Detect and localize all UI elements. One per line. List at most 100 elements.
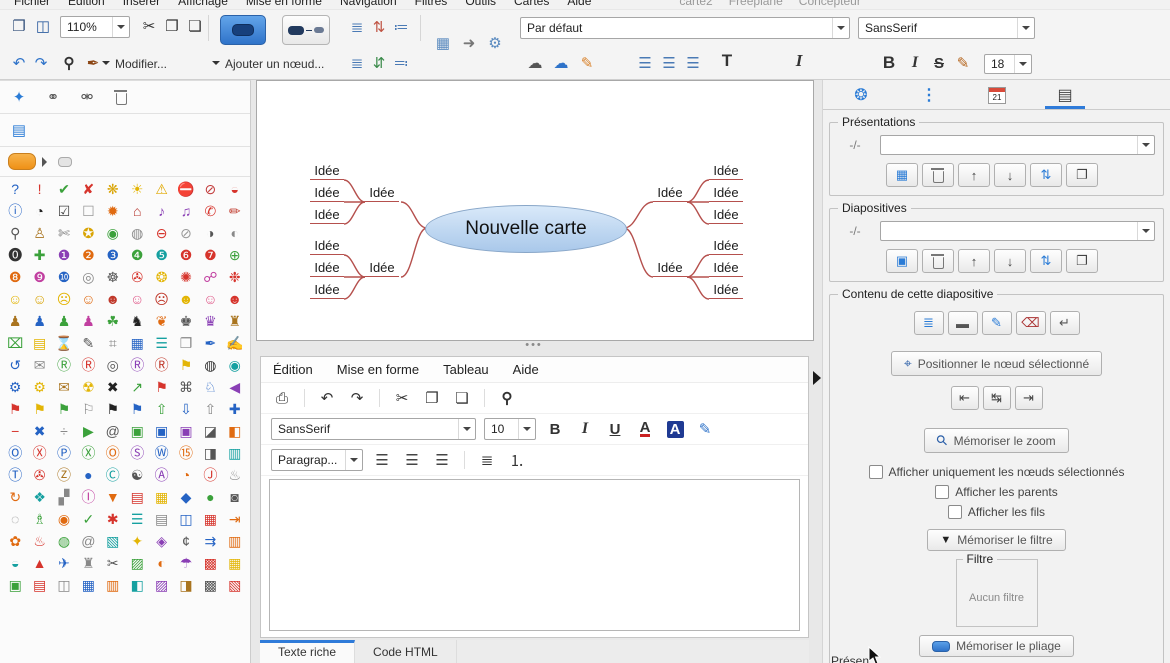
palette-icon[interactable]: ✱ xyxy=(101,511,125,528)
palette-icon[interactable]: ✔ xyxy=(52,181,76,198)
palette-icon[interactable]: ♜ xyxy=(223,313,247,330)
palette-icon[interactable]: ◍ xyxy=(52,533,76,550)
palette-icon[interactable]: ✖ xyxy=(27,423,51,440)
bold-icon[interactable]: B xyxy=(544,418,566,440)
move-node-right-button[interactable]: ⇥ xyxy=(1015,386,1043,410)
content-node-button[interactable]: ▬ xyxy=(948,311,978,335)
pen-color-icon[interactable]: ✎ xyxy=(694,418,716,440)
palette-icon[interactable]: ❾ xyxy=(27,269,51,286)
palette-icon[interactable]: ❷ xyxy=(76,247,100,264)
palette-icon[interactable]: ✪ xyxy=(76,225,100,242)
palette-icon[interactable]: ✄ xyxy=(52,225,76,242)
print-icon[interactable]: ⎙ xyxy=(271,387,293,409)
menu-item[interactable]: Affichage xyxy=(178,0,228,8)
palette-icon[interactable]: Ⓘ xyxy=(76,489,100,506)
palette-icon[interactable]: ⚑ xyxy=(174,357,198,374)
palette-icon[interactable]: ▤ xyxy=(125,489,149,506)
palette-icon[interactable]: ♟ xyxy=(52,313,76,330)
palette-icon[interactable]: ◙ xyxy=(223,489,247,506)
trash-icon[interactable] xyxy=(110,86,132,108)
palette-icon[interactable]: ❻ xyxy=(174,247,198,264)
palette-icon[interactable]: ◔ xyxy=(174,467,198,484)
palette-icon[interactable]: ⚑ xyxy=(149,379,173,396)
wand-icon[interactable]: ✦ xyxy=(8,86,30,108)
palette-icon[interactable]: ▦ xyxy=(149,489,173,506)
palette-icon[interactable]: ✺ xyxy=(174,269,198,286)
node-order-icon[interactable]: ≣ xyxy=(346,16,368,38)
cut-icon[interactable]: ✂ xyxy=(391,387,413,409)
palette-icon[interactable]: Ⓧ xyxy=(76,445,100,462)
layout-grid-icon[interactable]: ▦ xyxy=(432,32,454,54)
root-node[interactable]: Nouvelle carte xyxy=(425,205,627,253)
palette-icon[interactable]: ❖ xyxy=(27,489,51,506)
palette-icon[interactable]: ⚙ xyxy=(27,379,51,396)
palette-icon[interactable]: ◒ xyxy=(223,181,247,198)
palette-icon[interactable]: ◐ xyxy=(223,225,247,242)
palette-icon[interactable]: ▼ xyxy=(101,489,125,506)
palette-icon[interactable]: ⇧ xyxy=(198,401,222,418)
modify-dropdown[interactable]: Modifier... xyxy=(102,57,167,71)
map-node[interactable]: Idée xyxy=(310,260,344,277)
palette-icon[interactable]: ◫ xyxy=(174,511,198,528)
palette-icon[interactable]: ❂ xyxy=(149,269,173,286)
checkbox-selected-nodes[interactable] xyxy=(869,465,883,479)
palette-icon[interactable]: ✉ xyxy=(52,379,76,396)
du plicate-slide-button[interactable]: ❐ xyxy=(1066,249,1098,273)
search-icon[interactable]: ⚲ xyxy=(496,387,518,409)
palette-icon[interactable]: ▤ xyxy=(149,511,173,528)
palette-icon[interactable]: ▦ xyxy=(198,511,222,528)
palette-icon[interactable]: ⌂ xyxy=(125,203,149,220)
palette-icon[interactable]: ♞ xyxy=(125,313,149,330)
palette-icon[interactable]: ♛ xyxy=(198,313,222,330)
palette-icon[interactable]: ☺ xyxy=(76,291,100,308)
paste-icon[interactable]: ❏ xyxy=(451,387,473,409)
align-left-icon[interactable]: ☰ xyxy=(634,52,656,74)
palette-icon[interactable]: ▲ xyxy=(27,555,51,572)
map-node[interactable]: Idée xyxy=(365,185,399,202)
redo-icon[interactable]: ↷ xyxy=(346,387,368,409)
palette-icon[interactable]: ◍ xyxy=(125,225,149,242)
palette-icon[interactable]: ✖ xyxy=(101,379,125,396)
map-node[interactable]: Idée xyxy=(709,238,743,255)
align-right-icon[interactable]: ☰ xyxy=(431,449,453,471)
palette-icon[interactable]: ▣ xyxy=(149,423,173,440)
palette-icon[interactable]: ⚙ xyxy=(3,379,27,396)
map-node[interactable]: Idée xyxy=(709,163,743,180)
palette-icon[interactable]: ☀ xyxy=(125,181,149,198)
numbered-list-icon[interactable]: ⒈ xyxy=(506,449,528,471)
map-node[interactable]: Idée xyxy=(709,185,743,202)
palette-icon[interactable]: ✹ xyxy=(101,203,125,220)
editor-size-select[interactable]: 10 xyxy=(484,418,536,440)
underline-icon[interactable]: U xyxy=(604,418,626,440)
memorize-fold-button[interactable]: Mémoriser le pliage xyxy=(919,635,1074,657)
palette-icon[interactable]: ☻ xyxy=(101,291,125,308)
palette-icon[interactable]: ☺ xyxy=(3,291,27,308)
palette-icon[interactable]: ◐ xyxy=(149,555,173,572)
palette-icon[interactable]: Ⓒ xyxy=(101,467,125,484)
map-node[interactable]: Idée xyxy=(709,207,743,224)
palette-icon[interactable]: ❺ xyxy=(149,247,173,264)
palette-icon[interactable]: ♚ xyxy=(174,313,198,330)
palette-icon[interactable]: Ⓡ xyxy=(125,357,149,374)
edge-pen-icon[interactable]: ✎ xyxy=(576,52,598,74)
palette-icon[interactable]: ⚑ xyxy=(52,401,76,418)
palette-icon[interactable]: ◑ xyxy=(198,225,222,242)
palette-icon[interactable]: ❸ xyxy=(101,247,125,264)
link-icon[interactable]: ⚭ xyxy=(42,86,64,108)
palette-icon[interactable]: ❦ xyxy=(149,313,173,330)
palette-icon[interactable]: ▣ xyxy=(125,423,149,440)
palette-icon[interactable]: ▧ xyxy=(101,533,125,550)
content-edit-button[interactable]: ✎ xyxy=(982,311,1012,335)
map-node[interactable]: Idée xyxy=(653,185,687,202)
paragraph-select[interactable]: Paragrap... xyxy=(271,449,363,471)
pen-color-icon[interactable]: ✎ xyxy=(952,52,974,74)
tab-presentation-icon[interactable]: ▤ xyxy=(1045,85,1085,109)
palette-icon[interactable]: ⇧ xyxy=(149,401,173,418)
palette-icon[interactable]: Ⓦ xyxy=(149,445,173,462)
palette-icon[interactable]: ● xyxy=(198,489,222,506)
memorize-filter-button[interactable]: ▼ Mémoriser le filtre xyxy=(927,529,1065,551)
tab-format-palette-icon[interactable]: ❂ xyxy=(841,85,881,109)
strikethrough-icon[interactable]: S xyxy=(928,52,950,74)
palette-icon[interactable]: ❶ xyxy=(52,247,76,264)
unlink-icon[interactable]: ⚮ xyxy=(76,86,98,108)
